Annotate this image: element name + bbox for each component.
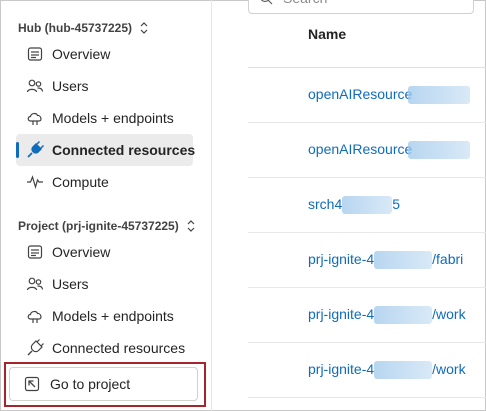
resource-name-prefix: openAIResource — [308, 140, 413, 157]
open-arrow-icon — [24, 376, 40, 392]
main-content: Name openAIResource openAIResource srch4… — [212, 0, 486, 411]
resource-name-prefix: openAIResource — [308, 85, 413, 102]
resource-link[interactable]: prj-ignite-4/fabri — [308, 250, 464, 270]
chevron-up-down-icon — [140, 22, 148, 34]
sidebar-item-label: Connected resources — [52, 142, 196, 158]
sidebar-item-project-users[interactable]: Users — [16, 268, 193, 300]
table-row: openAIResource — [248, 123, 486, 178]
sidebar-item-project-models-endpoints[interactable]: Models + endpoints — [16, 300, 193, 332]
project-section-header[interactable]: Project (prj-ignite-45737225) — [18, 219, 197, 233]
resource-name-prefix: prj-ignite-4 — [308, 250, 375, 267]
cloud-models-icon — [26, 307, 44, 325]
sidebar-item-label: Overview — [52, 244, 111, 260]
hub-section-header[interactable]: Hub (hub-45737225) — [18, 21, 150, 35]
hub-section-title: Hub (hub-45737225) — [18, 21, 133, 35]
table-row: prj-ignite-4/work — [248, 288, 486, 343]
sidebar-item-label: Compute — [52, 174, 109, 190]
redacted-text — [408, 141, 471, 160]
column-header-name[interactable]: Name — [248, 0, 486, 68]
resource-name-suffix: /fabri — [432, 250, 464, 267]
pulse-icon — [26, 173, 44, 191]
resource-name-prefix: srch4 — [308, 195, 343, 212]
sidebar-item-hub-compute[interactable]: Compute — [16, 166, 193, 198]
redacted-text — [374, 361, 433, 380]
plug-icon — [26, 339, 44, 357]
redacted-text — [408, 86, 471, 105]
resource-name-prefix: prj-ignite-4 — [308, 360, 375, 377]
resource-name-suffix: /work — [432, 305, 466, 322]
overview-icon — [26, 45, 44, 63]
redacted-text — [374, 306, 433, 325]
sidebar-item-label: Overview — [52, 46, 111, 62]
sidebar-item-label: Models + endpoints — [52, 110, 174, 126]
table-row: openAIResource — [248, 68, 486, 123]
table-row: srch4 5 — [248, 178, 486, 233]
go-to-project-button[interactable]: Go to project — [9, 367, 198, 401]
redacted-text — [342, 196, 393, 215]
users-icon — [26, 77, 44, 95]
resource-link[interactable]: srch4 5 — [308, 195, 401, 215]
sidebar-item-hub-connected-resources[interactable]: Connected resources — [16, 134, 196, 166]
table-row: prj-ignite-4/work — [248, 343, 486, 398]
sidebar-item-project-connected-resources[interactable]: Connected resources — [16, 332, 193, 364]
go-to-project-label: Go to project — [50, 376, 131, 392]
sidebar-item-hub-overview[interactable]: Overview — [16, 38, 193, 70]
plug-icon — [26, 141, 44, 159]
resource-link[interactable]: prj-ignite-4/work — [308, 360, 466, 380]
users-icon — [26, 275, 44, 293]
chevron-up-down-icon — [187, 220, 195, 232]
resource-name-suffix: 5 — [392, 195, 401, 212]
resource-name-suffix: /work — [432, 360, 466, 377]
resource-link[interactable]: openAIResource — [308, 140, 471, 160]
sidebar-item-label: Connected resources — [52, 340, 186, 356]
overview-icon — [26, 243, 44, 261]
sidebar-item-hub-models-endpoints[interactable]: Models + endpoints — [16, 102, 193, 134]
sidebar-item-project-overview[interactable]: Overview — [16, 236, 193, 268]
resource-link[interactable]: prj-ignite-4/work — [308, 305, 466, 325]
selected-indicator — [16, 142, 19, 158]
table-row: prj-ignite-4/fabri — [248, 233, 486, 288]
redacted-text — [374, 251, 433, 270]
cloud-models-icon — [26, 109, 44, 127]
sidebar-item-hub-users[interactable]: Users — [16, 70, 193, 102]
project-section-title: Project (prj-ignite-45737225) — [18, 219, 179, 233]
sidebar-item-label: Users — [52, 78, 89, 94]
resource-name-prefix: prj-ignite-4 — [308, 305, 375, 322]
sidebar-item-label: Users — [52, 276, 89, 292]
column-header-label: Name — [308, 25, 347, 42]
sidebar-item-label: Models + endpoints — [52, 308, 174, 324]
resource-link[interactable]: openAIResource — [308, 85, 471, 105]
